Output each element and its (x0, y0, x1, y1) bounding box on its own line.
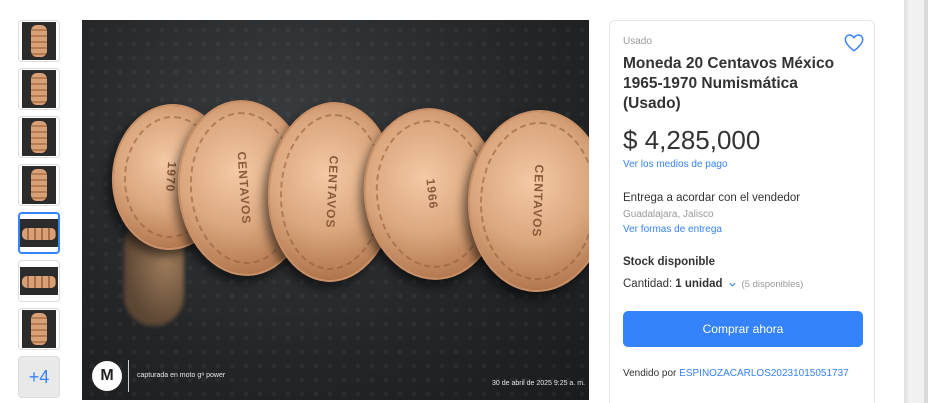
delivery-info: Entrega a acordar con el vendedor (623, 192, 801, 204)
thumbnail-3[interactable] (18, 116, 60, 158)
quantity-selector[interactable]: Cantidad: 1 unidad (5 disponibles) (623, 278, 803, 290)
thumbnail-5[interactable] (18, 212, 60, 254)
delivery-methods-link[interactable]: Ver formas de entrega (623, 224, 722, 235)
thumbnail-image (22, 70, 56, 108)
thumbnail-coins (31, 121, 47, 153)
thumbnail-image (22, 166, 56, 204)
seller-name-link[interactable]: ESPINOZACARLOS20231015051737 (679, 368, 849, 379)
condition-label: Usado (623, 36, 652, 47)
product-page: +4 1970 CENTAVOS CENTAVOS 1966 CENTAVOS … (0, 0, 928, 403)
thumbnail-4[interactable] (18, 164, 60, 206)
chevron-down-icon (728, 282, 736, 287)
payment-methods-link[interactable]: Ver los medios de pago (623, 159, 728, 170)
product-price: $ 4,285,000 (623, 125, 761, 155)
thumbnail-6[interactable] (18, 260, 60, 302)
product-title: Moneda 20 Centavos México 1965-1970 Numi… (623, 55, 835, 112)
thumbnail-coins (31, 313, 47, 345)
coin-1-text: 1970 (162, 161, 180, 193)
buy-box: Usado Moneda 20 Centavos México 1965-197… (609, 20, 875, 403)
page-scrollbar[interactable] (904, 0, 928, 403)
coin-5-text: CENTAVOS (529, 164, 547, 238)
thumbnail-1[interactable] (18, 20, 60, 62)
caption-divider (128, 360, 129, 392)
thumbnail-coins (31, 73, 47, 105)
sold-by: Vendido por ESPINOZACARLOS20231015051737 (623, 368, 849, 379)
quantity-label: Cantidad: (623, 278, 673, 290)
heart-icon[interactable] (843, 32, 865, 54)
thumbnail-coins (31, 25, 47, 57)
quantity-value: 1 unidad (675, 278, 723, 290)
available-count: (5 disponibles) (741, 278, 804, 290)
photo-caption: capturada en moto g⁸ power (137, 372, 226, 379)
thumbnail-image (22, 118, 56, 156)
scrollbar-edge (924, 0, 928, 403)
thumbnail-image (20, 219, 58, 247)
camera-brand-logo: M (92, 361, 122, 391)
thumbnail-coins (22, 228, 56, 240)
more-images-thumbnail[interactable]: +4 (18, 356, 60, 398)
thumbnail-gallery: +4 (18, 20, 62, 403)
thumbnail-image (22, 22, 56, 60)
main-product-photo[interactable]: 1970 CENTAVOS CENTAVOS 1966 CENTAVOS M c… (82, 20, 589, 400)
buy-now-button[interactable]: Comprar ahora (623, 311, 863, 347)
photo-datestamp: 30 de abril de 2025 9:25 a. m. (491, 380, 585, 387)
scrollbar-track (905, 0, 908, 403)
thumbnail-2[interactable] (18, 68, 60, 110)
thumbnail-image (20, 267, 58, 295)
seller-location: Guadalajara, Jalisco (623, 209, 714, 220)
thumbnail-7[interactable] (18, 308, 60, 350)
thumbnail-coins (22, 276, 56, 288)
thumbnail-coins (31, 169, 47, 201)
sold-by-label: Vendido por (623, 368, 677, 379)
thumbnail-image (22, 310, 56, 348)
stock-status: Stock disponible (623, 256, 716, 268)
